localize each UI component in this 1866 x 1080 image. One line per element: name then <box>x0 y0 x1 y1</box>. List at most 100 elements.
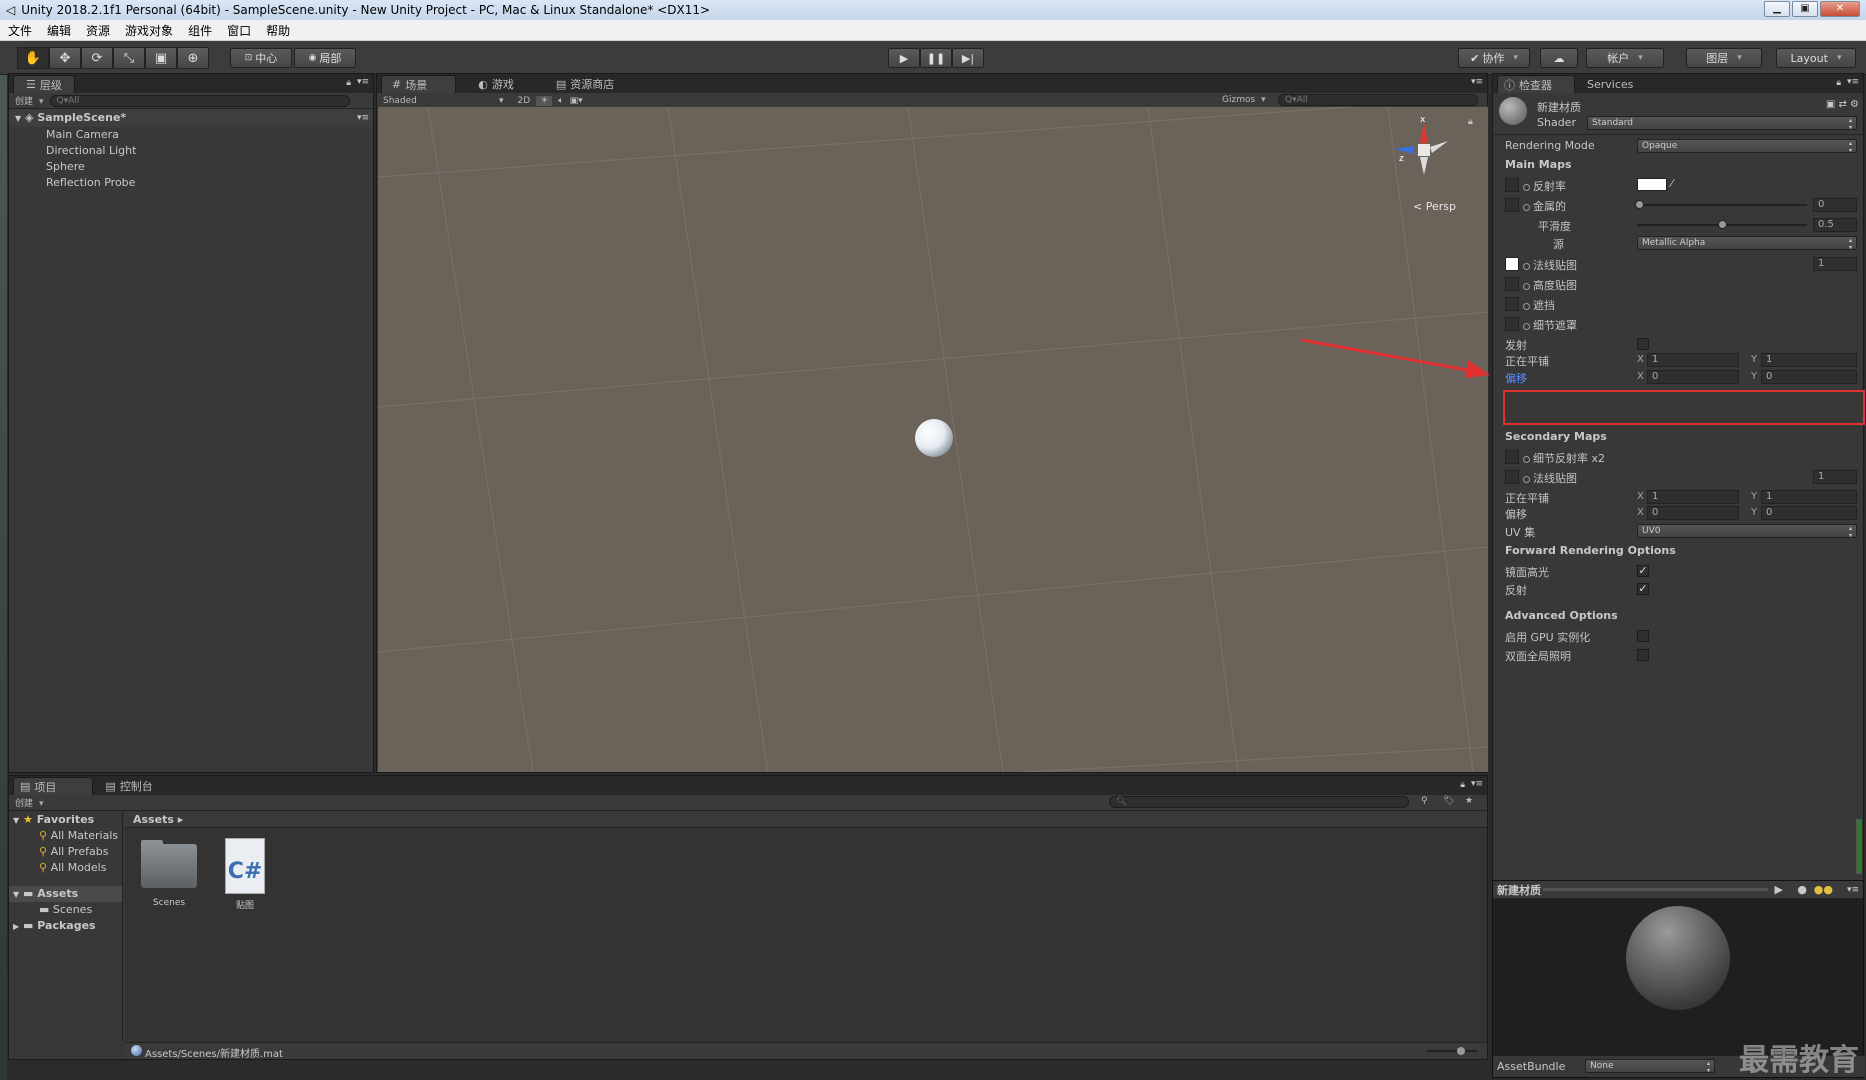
tiling-y-field[interactable]: 1 <box>1761 353 1857 367</box>
slider-knob[interactable] <box>1718 220 1727 229</box>
expand-arrow-icon[interactable]: ▼ <box>13 816 19 825</box>
hierarchy-item-directional-light[interactable]: Directional Light <box>9 143 373 159</box>
reflections-checkbox[interactable]: ✓ <box>1637 583 1649 595</box>
double-sided-gi-checkbox[interactable] <box>1637 649 1649 661</box>
favorite-item[interactable]: ⚲ All Models <box>9 860 122 876</box>
secondary-offset-y-field[interactable]: 0 <box>1761 506 1857 520</box>
scene-menu-icon[interactable]: ▾≡ <box>357 109 369 127</box>
albedo-color-swatch[interactable] <box>1637 178 1667 191</box>
2d-toggle[interactable]: 2D <box>518 96 531 106</box>
favorites-row[interactable]: ▼ ★ Favorites <box>9 812 122 828</box>
offset-x-field[interactable]: 0 <box>1647 370 1739 384</box>
preview-play-icon[interactable]: ▶ <box>1775 883 1783 896</box>
secondary-tiling-x-field[interactable]: 1 <box>1647 490 1739 504</box>
asset-script-file[interactable]: C# 贴图 <box>215 838 275 911</box>
icon-size-slider[interactable] <box>1427 1047 1477 1055</box>
smoothness-value[interactable]: 0.5 <box>1813 218 1857 232</box>
move-tool-button[interactable]: ✥ <box>49 47 81 69</box>
panel-menu-icon[interactable]: ▾≡ <box>1471 77 1483 87</box>
slider-knob[interactable] <box>1635 200 1644 209</box>
orientation-gizmo[interactable] <box>1388 117 1458 177</box>
tiling-x-field[interactable]: 1 <box>1647 353 1739 367</box>
scene-search-input[interactable]: Q▾All <box>1278 94 1478 106</box>
project-search-input[interactable]: 🔍︎ <box>1109 796 1409 808</box>
scene-root-row[interactable]: ▼ ◈ SampleScene* ▾≡ <box>9 109 373 127</box>
lighting-toggle-icon[interactable]: ☀ <box>536 95 553 106</box>
panel-menu-icon[interactable]: ▾≡ <box>1471 779 1483 789</box>
detail-mask-slot[interactable] <box>1505 317 1519 331</box>
tab-inspector[interactable]: ⓘ 检查器 <box>1497 75 1575 93</box>
combined-tool-button[interactable]: ⊕ <box>177 47 209 69</box>
favorite-star-icon[interactable]: ★ <box>1465 796 1473 806</box>
tab-project[interactable]: ▤ 项目 <box>13 777 94 795</box>
packages-row[interactable]: ▶ ▬ Packages <box>9 918 122 934</box>
layout-dropdown[interactable]: Layout <box>1776 48 1856 68</box>
rect-tool-button[interactable]: ▣ <box>145 47 177 69</box>
specular-checkbox[interactable]: ✓ <box>1637 565 1649 577</box>
object-picker-icon[interactable] <box>1523 476 1530 483</box>
height-map-slot[interactable] <box>1505 277 1519 291</box>
albedo-texture-slot[interactable] <box>1505 178 1519 192</box>
eyedropper-icon[interactable]: ⁄ <box>1671 177 1673 190</box>
secondary-normal-slot[interactable] <box>1505 470 1519 484</box>
tab-game[interactable]: ◐ 游戏 <box>456 75 536 93</box>
panel-menu-icon[interactable]: ▾≡ <box>1847 77 1859 87</box>
persp-label[interactable]: < Persp <box>1413 200 1456 213</box>
object-picker-icon[interactable] <box>1523 204 1530 211</box>
lock-icon[interactable]: 🔒︎ <box>346 78 351 88</box>
preview-drag-handle[interactable] <box>1543 888 1768 891</box>
menu-gameobject[interactable]: 游戏对象 <box>125 22 173 39</box>
project-breadcrumb[interactable]: Assets ▸ <box>125 812 1487 828</box>
normal-scale-value[interactable]: 1 <box>1813 257 1857 271</box>
filter-type-icon[interactable]: ⚲ <box>1421 796 1428 806</box>
object-picker-icon[interactable] <box>1523 283 1530 290</box>
collapse-arrow-icon[interactable]: ▶ <box>13 922 19 931</box>
create-dropdown[interactable]: 创建 <box>15 796 44 809</box>
lock-icon[interactable]: 🔒︎ <box>1460 780 1465 790</box>
pause-button[interactable]: ❚❚ <box>920 48 952 68</box>
tab-hierarchy[interactable]: ☰ 层级 <box>13 75 75 93</box>
tab-console[interactable]: ▤ 控制台 <box>93 777 164 795</box>
secondary-normal-value[interactable]: 1 <box>1813 470 1857 484</box>
scene-viewport[interactable]: x z 🔒︎ < Persp <box>378 107 1488 772</box>
step-button[interactable]: ▶| <box>952 48 984 68</box>
favorite-item[interactable]: ⚲ All Materials <box>9 828 122 844</box>
detail-albedo-slot[interactable] <box>1505 450 1519 464</box>
secondary-tiling-y-field[interactable]: 1 <box>1761 490 1857 504</box>
tab-services[interactable]: Services <box>1575 75 1645 93</box>
layers-dropdown[interactable]: 图层 <box>1686 48 1762 68</box>
menu-edit[interactable]: 编辑 <box>47 22 71 39</box>
create-dropdown[interactable]: 创建 <box>15 94 44 107</box>
menu-help[interactable]: 帮助 <box>266 22 290 39</box>
object-picker-icon[interactable] <box>1523 303 1530 310</box>
preview-sphere[interactable] <box>1626 906 1730 1010</box>
expand-arrow-icon[interactable]: ▼ <box>15 114 21 123</box>
hierarchy-item-sphere[interactable]: Sphere <box>9 159 373 175</box>
smoothness-slider[interactable] <box>1637 220 1807 229</box>
favorite-item[interactable]: ⚲ All Prefabs <box>9 844 122 860</box>
shader-dropdown[interactable]: Standard <box>1587 116 1857 131</box>
audio-toggle-icon[interactable]: 🔈︎ <box>558 96 563 106</box>
collab-dropdown[interactable]: ✔ 协作 <box>1458 48 1530 68</box>
hand-tool-button[interactable]: ✋ <box>17 47 49 69</box>
gpu-instancing-checkbox[interactable] <box>1637 630 1649 642</box>
menu-file[interactable]: 文件 <box>8 22 32 39</box>
menu-assets[interactable]: 资源 <box>86 22 110 39</box>
preview-light-icon[interactable]: ●● <box>1814 883 1833 896</box>
object-picker-icon[interactable] <box>1523 456 1530 463</box>
tab-scene[interactable]: # 场景 <box>381 75 457 93</box>
panel-menu-icon[interactable]: ▾≡ <box>357 77 369 87</box>
rotate-tool-button[interactable]: ⟳ <box>81 47 113 69</box>
preview-sphere-icon[interactable]: ● <box>1797 883 1807 896</box>
material-header-icons[interactable]: ▣ ⇄ ⚙ <box>1826 99 1859 110</box>
hierarchy-item-reflection-probe[interactable]: Reflection Probe <box>9 175 373 191</box>
gizmos-dropdown[interactable]: Gizmos <box>1222 95 1266 105</box>
space-toggle[interactable]: ◉ 局部 <box>294 48 356 68</box>
secondary-offset-x-field[interactable]: 0 <box>1647 506 1739 520</box>
metallic-slider[interactable] <box>1635 200 1807 209</box>
close-button[interactable]: ✕ <box>1820 1 1860 17</box>
offset-y-field[interactable]: 0 <box>1761 370 1857 384</box>
scene-lock-icon[interactable]: 🔒︎ <box>1468 117 1473 127</box>
metallic-value[interactable]: 0 <box>1813 198 1857 212</box>
source-dropdown[interactable]: Metallic Alpha <box>1637 236 1857 251</box>
